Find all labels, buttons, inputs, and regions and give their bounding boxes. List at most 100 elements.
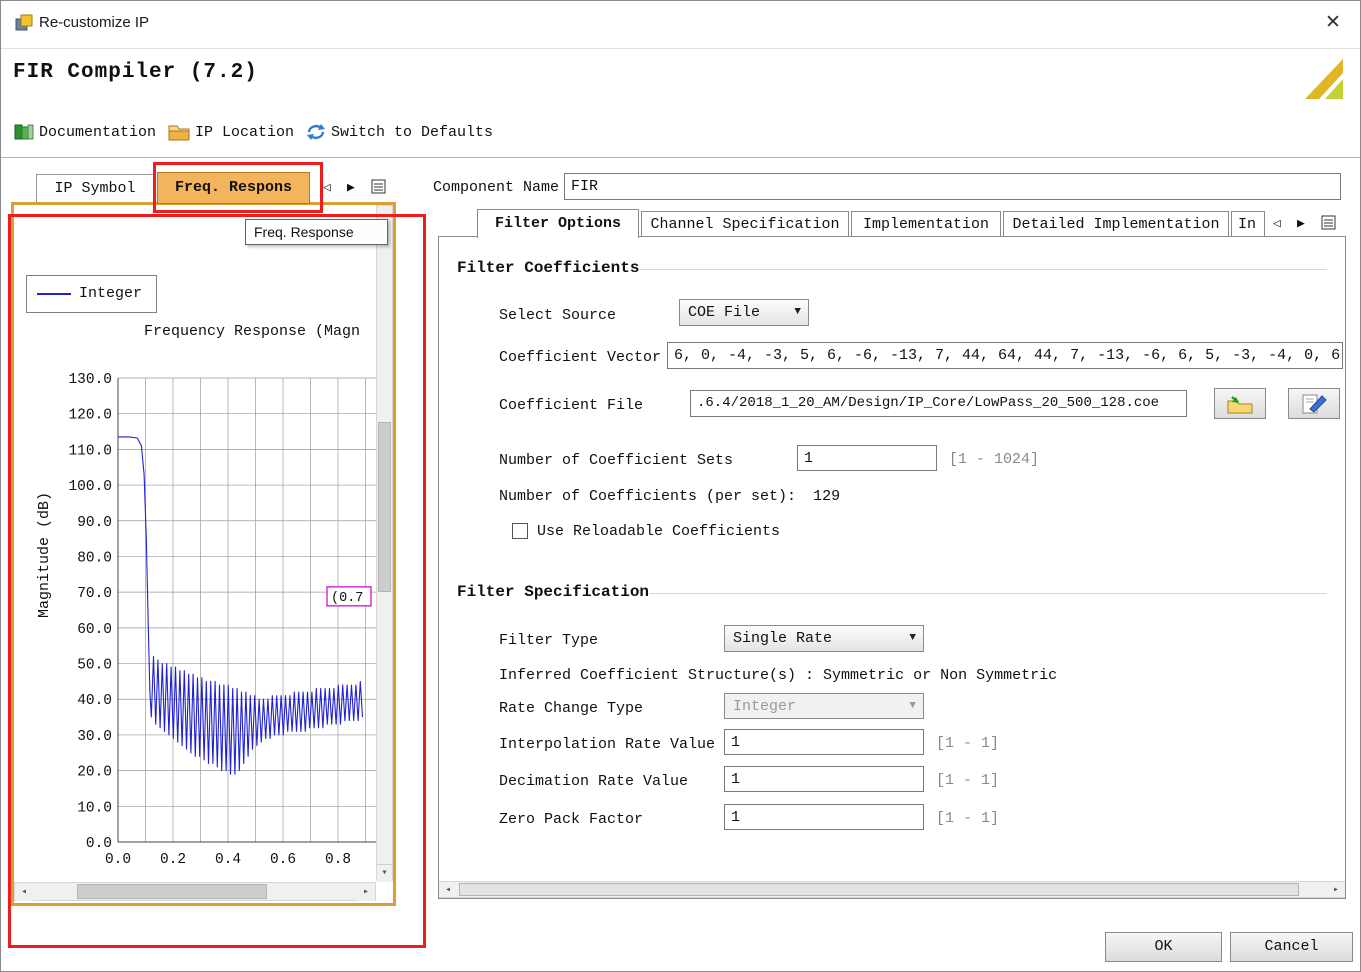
interpolation-rate-input[interactable]: 1 (724, 729, 924, 755)
options-horizontal-scrollbar[interactable]: ◂ ▸ (439, 881, 1345, 898)
coefficient-file-label: Coefficient File (499, 397, 644, 414)
chart-horizontal-scrollbar[interactable]: ◂ ▸ (14, 882, 376, 901)
chart-scroll-right-icon[interactable]: ▸ (357, 884, 375, 901)
use-reloadable-coefficients-checkbox[interactable] (512, 523, 528, 539)
rate-change-type-value: Integer (733, 698, 797, 715)
svg-text:50.0: 50.0 (77, 658, 112, 674)
num-coefficient-sets-label: Number of Coefficient Sets (499, 452, 734, 469)
interpolation-rate-range: [1 - 1] (936, 735, 1000, 752)
cancel-button[interactable]: Cancel (1230, 932, 1353, 962)
freq-response-chart: 0.0 10.0 20.0 30.0 40.0 50.0 60.0 70.0 80.0 90.0 1… (68, 372, 376, 868)
decimation-rate-range: [1 - 1] (936, 772, 1000, 789)
filter-type-label: Filter Type (499, 632, 599, 649)
num-coefficient-sets-input[interactable]: 1 (797, 445, 937, 471)
recustomize-ip-window: { "window": { "title": "Re-customize IP"… (0, 0, 1361, 972)
decimation-rate-label: Decimation Rate Value (499, 773, 689, 790)
options-scroll-right-icon[interactable]: ▸ (1327, 882, 1345, 897)
toolbar-ip-location[interactable]: IP Location (195, 124, 294, 141)
close-icon[interactable]: ✕ (1325, 11, 1341, 34)
left-tab-next-icon[interactable]: ▶ (347, 180, 355, 195)
chart-vertical-scrollbar-thumb[interactable] (378, 422, 391, 592)
filter-specification-section-title: Filter Specification (457, 583, 650, 601)
decimation-rate-input[interactable]: 1 (724, 766, 924, 792)
chart-y-axis-label: Magnitude (dB) (36, 491, 53, 619)
chart-horizontal-scrollbar-thumb[interactable] (77, 884, 267, 899)
tab-in-truncated[interactable]: In (1231, 211, 1265, 237)
chart-vertical-scrollbar[interactable]: ▾ (376, 205, 393, 882)
select-source-label: Select Source (499, 307, 617, 324)
open-folder-icon (1227, 396, 1253, 414)
select-source-dropdown[interactable]: COE File ▼ (679, 299, 809, 326)
svg-text:90.0: 90.0 (77, 515, 112, 531)
svg-text:0.4: 0.4 (215, 852, 241, 868)
tab-filter-options[interactable]: Filter Options (477, 209, 639, 238)
ip-location-icon (167, 122, 191, 147)
tab-channel-specification[interactable]: Channel Specification (641, 211, 849, 237)
svg-text:80.0: 80.0 (77, 550, 112, 566)
svg-text:120.0: 120.0 (68, 408, 112, 424)
left-tab-list-icon[interactable] (371, 179, 386, 199)
xilinx-logo (1297, 53, 1349, 110)
legend-line-sample (37, 293, 71, 295)
select-source-value: COE File (688, 304, 761, 321)
zero-pack-factor-range: [1 - 1] (936, 810, 1000, 827)
right-tab-list-icon[interactable] (1321, 215, 1336, 235)
zero-pack-factor-input[interactable]: 1 (724, 804, 924, 830)
tooltip-freq-response: Freq. Response (245, 219, 388, 245)
filter-options-panel: Filter Coefficients Select Source COE Fi… (438, 236, 1346, 899)
tab-detailed-implementation[interactable]: Detailed Implementation (1003, 211, 1229, 237)
tab-implementation[interactable]: Implementation (851, 211, 1001, 237)
zero-pack-factor-label: Zero Pack Factor (499, 811, 644, 828)
svg-text:0.6: 0.6 (270, 852, 296, 868)
coefficient-vector-label: Coefficient Vector (499, 349, 662, 366)
svg-text:40.0: 40.0 (77, 693, 112, 709)
component-name-input[interactable]: FIR (564, 173, 1341, 200)
legend-label: Integer (79, 285, 143, 302)
svg-text:0.8: 0.8 (325, 852, 351, 868)
svg-text:0.0: 0.0 (86, 836, 112, 852)
use-reloadable-coefficients-label: Use Reloadable Coefficients (537, 523, 781, 540)
svg-text:(0.7: (0.7 (331, 591, 363, 606)
documentation-icon (13, 122, 35, 147)
toolbar-switch-defaults[interactable]: Switch to Defaults (331, 124, 493, 141)
coefficient-vector-input[interactable]: 6, 0, -4, -3, 5, 6, -6, -13, 7, 44, 64, … (667, 342, 1343, 369)
page-title: FIR Compiler (7.2) (13, 61, 258, 84)
filter-type-dropdown[interactable]: Single Rate ▼ (724, 625, 924, 652)
ok-button[interactable]: OK (1105, 932, 1222, 962)
filter-type-value: Single Rate (733, 630, 833, 647)
chart-title: Frequency Response (Magn (144, 323, 361, 340)
switch-to-defaults-icon (305, 122, 327, 147)
svg-text:10.0: 10.0 (77, 800, 112, 816)
svg-text:110.0: 110.0 (68, 443, 112, 459)
inferred-structure-text: Inferred Coefficient Structure(s) : Symm… (499, 667, 1058, 684)
toolbar: Documentation IP Location Switch to Defa… (1, 116, 1360, 156)
toolbar-documentation[interactable]: Documentation (39, 124, 156, 141)
options-horizontal-scrollbar-thumb[interactable] (459, 883, 1299, 896)
svg-text:20.0: 20.0 (77, 765, 112, 781)
freq-response-panel: Integer Frequency Response (Magn Magnitu… (11, 202, 396, 906)
tab-ip-symbol[interactable]: IP Symbol (36, 174, 154, 203)
left-tab-prev-icon[interactable]: ◁ (323, 180, 331, 195)
tab-freq-response[interactable]: Freq. Respons (157, 172, 310, 204)
coefficient-file-input[interactable]: .6.4/2018_1_20_AM/Design/IP_Core/LowPass… (690, 390, 1187, 417)
window-title: Re-customize IP (39, 14, 150, 31)
options-scroll-left-icon[interactable]: ◂ (439, 882, 457, 897)
svg-text:30.0: 30.0 (77, 729, 112, 745)
title-bar: Re-customize IP ✕ (1, 1, 1360, 49)
chart-scroll-down-icon[interactable]: ▾ (377, 864, 392, 882)
svg-text:60.0: 60.0 (77, 622, 112, 638)
chart-scroll-left-icon[interactable]: ◂ (15, 884, 33, 901)
chevron-down-icon: ▼ (909, 700, 916, 712)
edit-coefficient-file-button[interactable] (1288, 388, 1340, 419)
num-coefficient-sets-range: [1 - 1024] (949, 451, 1040, 468)
num-coefficients-label: Number of Coefficients (per set): (499, 488, 797, 505)
right-tab-next-icon[interactable]: ▶ (1297, 216, 1305, 231)
right-tab-prev-icon[interactable]: ◁ (1273, 216, 1281, 231)
window-icon (14, 13, 34, 38)
svg-text:130.0: 130.0 (68, 372, 112, 388)
num-coefficients-per-set: Number of Coefficients (per set): 129 (499, 488, 840, 505)
browse-coefficient-file-button[interactable] (1214, 388, 1266, 419)
rate-change-type-dropdown: Integer ▼ (724, 693, 924, 719)
svg-text:0.2: 0.2 (160, 852, 186, 868)
chevron-down-icon: ▼ (909, 632, 916, 644)
